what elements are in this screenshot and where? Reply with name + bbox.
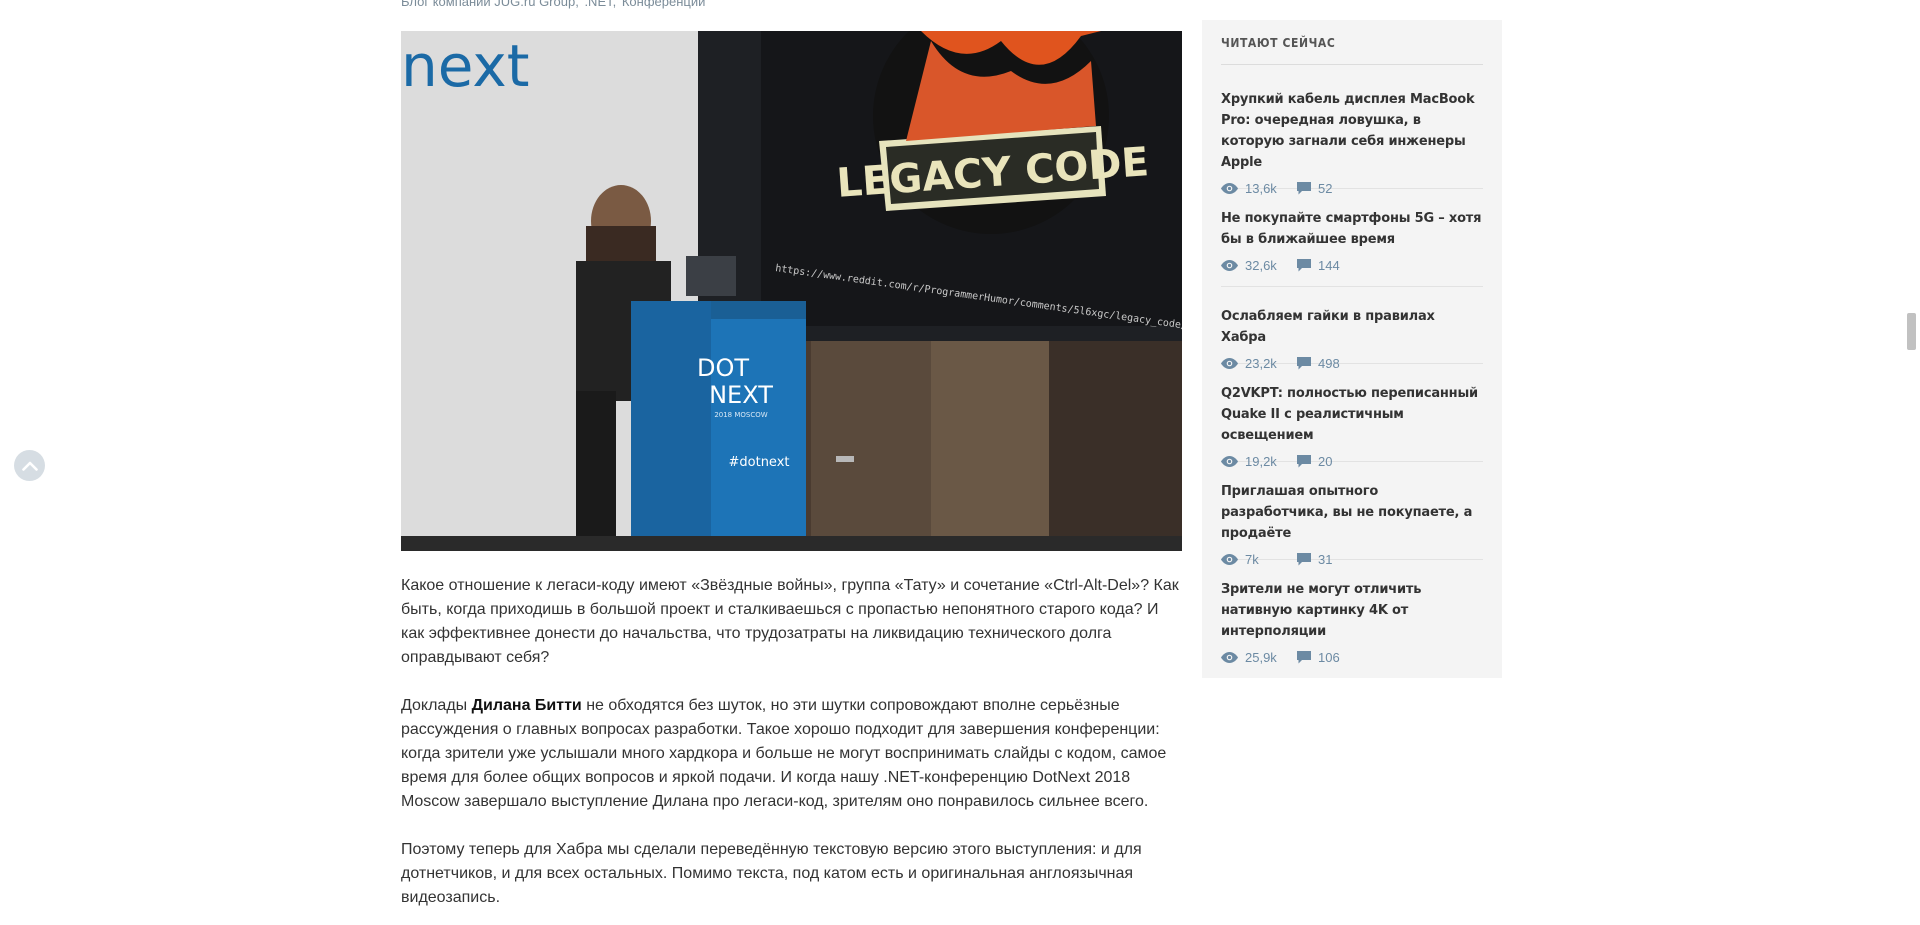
eye-icon: [1221, 554, 1238, 565]
views-count: 13,6k: [1221, 181, 1277, 196]
hub-link-dotnet[interactable]: .NET,: [584, 0, 616, 9]
views-count: 32,6k: [1221, 258, 1277, 273]
photo-corner-logo: next: [401, 32, 530, 100]
eye-icon: [1221, 456, 1238, 467]
sidebar-post: Q2VKPT: полностью переписанный Quake II …: [1221, 383, 1483, 469]
article-hubs: Блог компании JUG.ru Group, .NET, Конфер…: [401, 0, 707, 9]
views-count: 19,2k: [1221, 454, 1277, 469]
podium-next: NEXT: [709, 381, 773, 409]
comments-count[interactable]: 144: [1297, 258, 1340, 273]
article-photo: LEGACY CODE https://www.reddit.com/r/Pro…: [401, 31, 1182, 551]
comment-icon: [1297, 259, 1311, 272]
sidebar-post-title[interactable]: Приглашая опытного разработчика, вы не п…: [1221, 481, 1483, 544]
sidebar-post-title[interactable]: Ослабляем гайки в правилах Хабра: [1221, 306, 1483, 348]
p2-before: Доклады: [401, 697, 472, 714]
scroll-to-top-button[interactable]: [14, 450, 45, 481]
sidebar-post-title[interactable]: Зрители не могут отличить нативную карти…: [1221, 579, 1483, 642]
sidebar-post: Ослабляем гайки в правилах Хабра 23,2k 4…: [1221, 306, 1483, 371]
comments-count[interactable]: 106: [1297, 650, 1340, 665]
comment-icon: [1297, 553, 1311, 566]
eye-icon: [1221, 358, 1238, 369]
comment-icon: [1297, 182, 1311, 195]
sidebar-reading-now: ЧИТАЮТ СЕЙЧАС Хрупкий кабель дисплея Mac…: [1202, 20, 1502, 678]
podium-tag: #dotnext: [729, 455, 790, 470]
comments-count[interactable]: 31: [1297, 552, 1332, 567]
comment-icon: [1297, 651, 1311, 664]
sidebar-post-title[interactable]: Хрупкий кабель дисплея MacBook Pro: очер…: [1221, 89, 1483, 173]
sidebar-post-title[interactable]: Не покупайте смартфоны 5G – хотя бы в бл…: [1221, 208, 1483, 250]
article-paragraph-2: Доклады Дилана Битти не обходятся без шу…: [401, 694, 1182, 814]
eye-icon: [1221, 260, 1238, 271]
article-paragraph-1: Какое отношение к легаси-коду имеют «Звё…: [401, 577, 1179, 666]
sidebar-post: Приглашая опытного разработчика, вы не п…: [1221, 481, 1483, 567]
podium-sub: 2018 MOSCOW: [714, 411, 767, 419]
comments-count[interactable]: 52: [1297, 181, 1332, 196]
sidebar-post: Не покупайте смартфоны 5G – хотя бы в бл…: [1221, 208, 1483, 287]
comments-count[interactable]: 498: [1297, 356, 1340, 371]
views-count: 25,9k: [1221, 650, 1277, 665]
hub-link-conferences[interactable]: Конференции: [622, 0, 706, 9]
scrollbar-thumb[interactable]: [1907, 313, 1916, 350]
speaker-name: Дилана Битти: [471, 697, 582, 714]
podium-dot: DOT: [697, 354, 749, 382]
comment-icon: [1297, 357, 1311, 370]
hub-link-jug[interactable]: Блог компании JUG.ru Group,: [401, 0, 579, 9]
sidebar-post: Зрители не могут отличить нативную карти…: [1221, 579, 1483, 665]
views-count: 23,2k: [1221, 356, 1277, 371]
article-paragraph-3: Поэтому теперь для Хабра мы сделали пере…: [401, 841, 1142, 906]
sidebar-title: ЧИТАЮТ СЕЙЧАС: [1221, 36, 1483, 65]
comments-count[interactable]: 20: [1297, 454, 1332, 469]
sidebar-post-title[interactable]: Q2VKPT: полностью переписанный Quake II …: [1221, 383, 1483, 446]
page-scrollbar[interactable]: [1903, 0, 1920, 925]
comment-icon: [1297, 455, 1311, 468]
eye-icon: [1221, 183, 1238, 194]
eye-icon: [1221, 652, 1238, 663]
sidebar-post: Хрупкий кабель дисплея MacBook Pro: очер…: [1221, 89, 1483, 196]
chevron-up-icon: [21, 461, 38, 471]
views-count: 7k: [1221, 552, 1259, 567]
